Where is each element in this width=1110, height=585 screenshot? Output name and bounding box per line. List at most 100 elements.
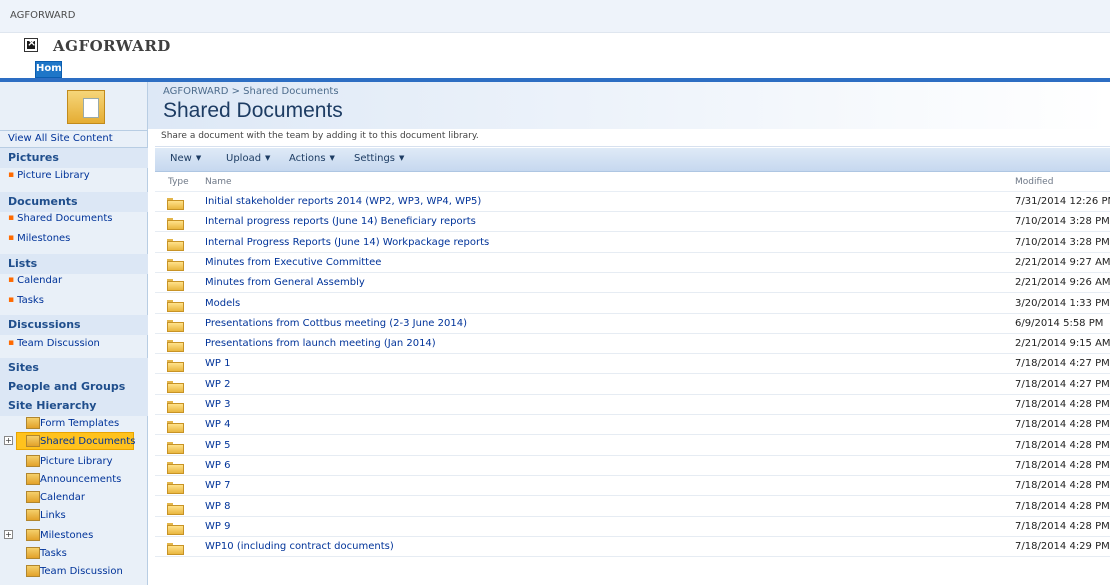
folder-name-link[interactable]: Presentations from Cottbus meeting (2-3 … bbox=[205, 318, 467, 329]
nav-heading-site-hierarchy[interactable]: Site Hierarchy bbox=[0, 396, 148, 416]
table-row[interactable] bbox=[155, 375, 1110, 395]
folder-name-link[interactable]: WP 6 bbox=[205, 460, 230, 471]
nav-heading-people-and-groups[interactable]: People and Groups bbox=[0, 377, 148, 397]
tree-item-form-templates[interactable]: Form Templates bbox=[40, 418, 119, 429]
modified-date: 6/9/2014 5:58 PM bbox=[1015, 318, 1104, 329]
tasks-icon bbox=[26, 547, 40, 559]
folder-name-link[interactable]: WP10 (including contract documents) bbox=[205, 541, 394, 552]
folder-icon bbox=[167, 502, 184, 515]
nav-item-tasks[interactable]: Tasks bbox=[8, 295, 44, 306]
tree-item-announcements[interactable]: Announcements bbox=[40, 474, 121, 485]
table-row[interactable] bbox=[155, 456, 1110, 476]
folder-name-link[interactable]: WP 2 bbox=[205, 379, 230, 390]
modified-date: 7/18/2014 4:28 PM bbox=[1015, 521, 1110, 532]
divider bbox=[0, 130, 148, 131]
view-all-site-content-link[interactable]: View All Site Content bbox=[8, 133, 113, 144]
column-header-type[interactable]: Type bbox=[168, 177, 189, 187]
settings-menu-button[interactable]: Settings ▼ bbox=[354, 153, 404, 164]
table-row[interactable] bbox=[155, 497, 1110, 517]
folder-icon bbox=[167, 380, 184, 393]
calendar-icon bbox=[26, 491, 40, 503]
modified-date: 7/18/2014 4:28 PM bbox=[1015, 440, 1110, 451]
folder-icon bbox=[167, 420, 184, 433]
modified-date: 7/31/2014 12:26 PM bbox=[1015, 196, 1110, 207]
modified-date: 2/21/2014 9:15 AM bbox=[1015, 338, 1110, 349]
folder-icon bbox=[167, 278, 184, 291]
actions-menu-button[interactable]: Actions ▼ bbox=[289, 153, 335, 164]
tree-item-picture-library[interactable]: Picture Library bbox=[40, 456, 113, 467]
modified-date: 2/21/2014 9:27 AM bbox=[1015, 257, 1110, 268]
modified-date: 7/10/2014 3:28 PM bbox=[1015, 237, 1110, 248]
table-row[interactable] bbox=[155, 436, 1110, 456]
table-row[interactable] bbox=[155, 354, 1110, 374]
column-header-name[interactable]: Name bbox=[205, 177, 232, 187]
folder-name-link[interactable]: WP 3 bbox=[205, 399, 230, 410]
folder-name-link[interactable]: Initial stakeholder reports 2014 (WP2, W… bbox=[205, 196, 481, 207]
modified-date: 3/20/2014 1:33 PM bbox=[1015, 298, 1110, 309]
modified-date: 7/18/2014 4:28 PM bbox=[1015, 480, 1110, 491]
folder-name-link[interactable]: WP 1 bbox=[205, 358, 230, 369]
table-row[interactable] bbox=[155, 476, 1110, 496]
chevron-down-icon: ▼ bbox=[195, 154, 202, 162]
folder-name-link[interactable]: WP 7 bbox=[205, 480, 230, 491]
folder-name-link[interactable]: WP 5 bbox=[205, 440, 230, 451]
tab-home[interactable]: Home bbox=[35, 61, 68, 78]
folder-name-link[interactable]: Models bbox=[205, 298, 240, 309]
nav-heading-documents[interactable]: Documents bbox=[0, 192, 148, 212]
milestones-icon bbox=[26, 529, 40, 541]
folder-name-link[interactable]: Minutes from General Assembly bbox=[205, 277, 365, 288]
nav-heading-sites[interactable]: Sites bbox=[0, 358, 148, 378]
folder-icon bbox=[167, 359, 184, 372]
new-menu-button[interactable]: New ▼ bbox=[170, 153, 201, 164]
nav-heading-pictures[interactable]: Pictures bbox=[0, 148, 148, 168]
announcements-icon bbox=[26, 473, 40, 485]
tree-item-tasks[interactable]: Tasks bbox=[40, 548, 67, 559]
modified-date: 2/21/2014 9:26 AM bbox=[1015, 277, 1110, 288]
library-description: Share a document with the team by adding… bbox=[161, 131, 479, 141]
tree-item-team-discussion[interactable]: Team Discussion bbox=[40, 566, 123, 577]
nav-item-calendar[interactable]: Calendar bbox=[8, 275, 62, 286]
top-site-link[interactable]: AGFORWARD bbox=[10, 10, 75, 21]
nav-item-shared-documents[interactable]: Shared Documents bbox=[8, 213, 112, 224]
chevron-down-icon: ▼ bbox=[399, 154, 405, 162]
table-row[interactable] bbox=[155, 395, 1110, 415]
folder-name-link[interactable]: Presentations from launch meeting (Jan 2… bbox=[205, 338, 436, 349]
nav-heading-discussions[interactable]: Discussions bbox=[0, 315, 148, 335]
folder-icon bbox=[167, 339, 184, 352]
folder-name-link[interactable]: WP 8 bbox=[205, 501, 230, 512]
shared-documents-icon bbox=[26, 435, 40, 447]
tree-item-shared-documents[interactable]: Shared Documents bbox=[40, 436, 135, 447]
upload-menu-button[interactable]: Upload ▼ bbox=[226, 153, 270, 164]
expand-icon[interactable]: + bbox=[4, 436, 13, 445]
nav-item-picture-library[interactable]: Picture Library bbox=[8, 170, 90, 181]
modified-date: 7/18/2014 4:27 PM bbox=[1015, 358, 1110, 369]
folder-name-link[interactable]: Internal progress reports (June 14) Bene… bbox=[205, 216, 476, 227]
tree-item-links[interactable]: Links bbox=[40, 510, 66, 521]
nav-heading-lists[interactable]: Lists bbox=[0, 254, 148, 274]
column-header-row bbox=[155, 172, 1110, 192]
page-title: Shared Documents bbox=[163, 99, 343, 122]
links-icon bbox=[26, 509, 40, 521]
modified-date: 7/18/2014 4:27 PM bbox=[1015, 379, 1110, 390]
team-discussion-icon bbox=[26, 565, 40, 577]
site-title[interactable]: AGFORWARD bbox=[53, 37, 171, 55]
folder-name-link[interactable]: Minutes from Executive Committee bbox=[205, 257, 381, 268]
nav-item-team-discussion[interactable]: Team Discussion bbox=[8, 338, 100, 349]
expand-icon[interactable]: + bbox=[4, 530, 13, 539]
top-bar: AGFORWARD bbox=[0, 0, 1110, 33]
folder-icon bbox=[167, 522, 184, 535]
nav-item-milestones[interactable]: Milestones bbox=[8, 233, 70, 244]
folder-icon bbox=[167, 400, 184, 413]
table-row[interactable] bbox=[155, 294, 1110, 314]
folder-name-link[interactable]: WP 9 bbox=[205, 521, 230, 532]
tree-item-calendar[interactable]: Calendar bbox=[40, 492, 85, 503]
folder-name-link[interactable]: WP 4 bbox=[205, 419, 230, 430]
folder-icon bbox=[167, 238, 184, 251]
folder-icon bbox=[167, 299, 184, 312]
column-header-modified[interactable]: Modified bbox=[1015, 177, 1053, 187]
table-row[interactable] bbox=[155, 415, 1110, 435]
table-row[interactable] bbox=[155, 517, 1110, 537]
breadcrumb[interactable]: AGFORWARD > Shared Documents bbox=[163, 86, 339, 97]
tree-item-milestones[interactable]: Milestones bbox=[40, 530, 93, 541]
folder-name-link[interactable]: Internal Progress Reports (June 14) Work… bbox=[205, 237, 489, 248]
